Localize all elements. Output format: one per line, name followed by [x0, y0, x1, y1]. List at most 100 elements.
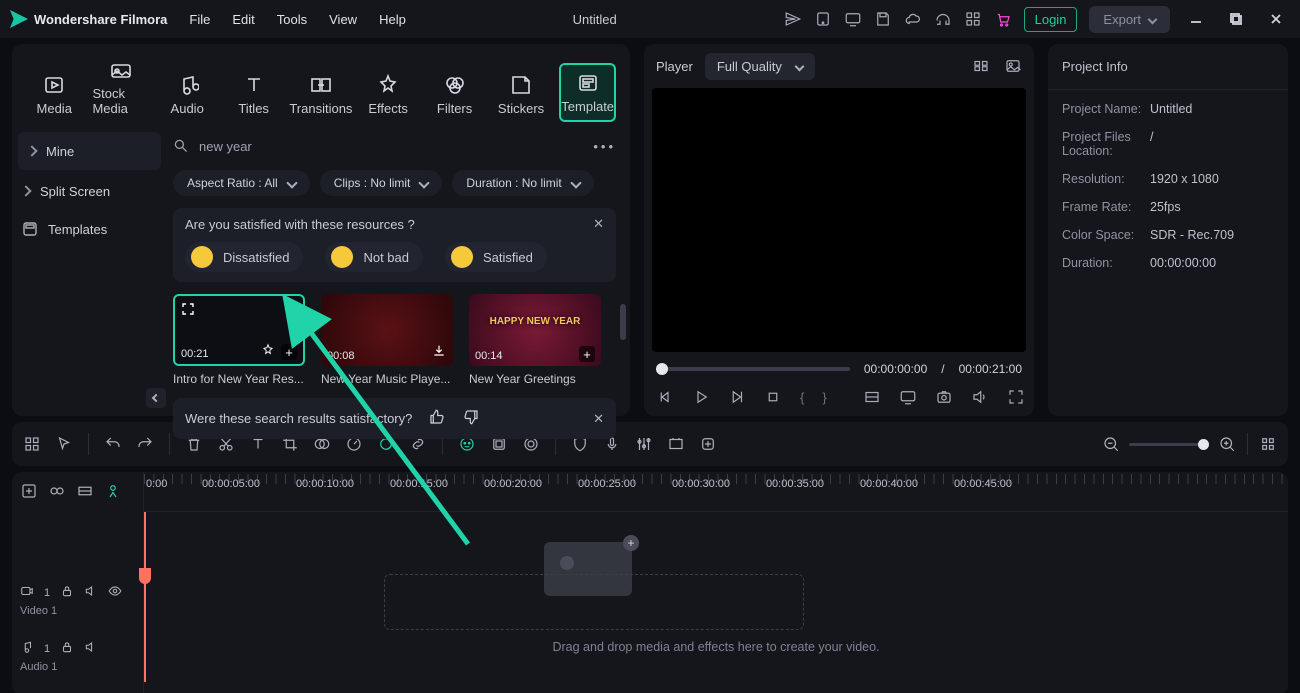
template-card[interactable]: 00:08 New Year Music Playe...: [321, 294, 453, 386]
add-to-timeline-button[interactable]: +: [579, 346, 595, 362]
sidebar-item-templates[interactable]: Templates: [12, 210, 167, 248]
next-frame-icon[interactable]: [728, 388, 746, 406]
quality-selector[interactable]: Full Quality: [705, 53, 815, 80]
window-close-icon[interactable]: [1268, 11, 1284, 27]
search-input[interactable]: new year: [173, 138, 252, 154]
filter-clips[interactable]: Clips : No limit: [320, 170, 443, 196]
more-menu-icon[interactable]: •••: [593, 139, 616, 154]
menu-edit[interactable]: Edit: [232, 12, 254, 27]
tab-effects[interactable]: Effects: [360, 67, 416, 122]
playhead[interactable]: [144, 512, 146, 682]
collapse-sidebar-button[interactable]: [146, 388, 166, 408]
sidebar-item-split-screen[interactable]: Split Screen: [12, 172, 167, 210]
mixer-icon[interactable]: [634, 434, 654, 454]
filter-aspect-ratio[interactable]: Aspect Ratio : All: [173, 170, 310, 196]
mark-out-icon[interactable]: }: [822, 390, 826, 405]
add-track-icon[interactable]: [20, 482, 38, 503]
feedback-dissatisfied[interactable]: Dissatisfied: [185, 242, 303, 272]
link-tracks-icon[interactable]: [48, 482, 66, 503]
template-card[interactable]: ⋮ 00:21 + Intro for New Year Res...: [173, 294, 305, 386]
thumbs-up-icon[interactable]: [428, 408, 446, 429]
close-icon[interactable]: ✕: [593, 216, 604, 232]
add-to-timeline-button[interactable]: +: [281, 344, 297, 360]
library-panel: Media Stock Media Audio Titles Transitio…: [12, 44, 630, 416]
tab-media[interactable]: Media: [26, 67, 82, 122]
tab-audio[interactable]: Audio: [159, 67, 215, 122]
mute-icon[interactable]: [84, 584, 98, 601]
time-separator: /: [941, 362, 944, 376]
login-button[interactable]: Login: [1024, 7, 1078, 32]
marker-icon[interactable]: [698, 434, 718, 454]
tab-template[interactable]: Template: [559, 63, 616, 122]
undo-icon[interactable]: [103, 434, 123, 454]
zoom-in-icon[interactable]: [1217, 434, 1237, 454]
arrange-icon[interactable]: [22, 434, 42, 454]
mute-icon[interactable]: [84, 640, 98, 657]
zoom-out-icon[interactable]: [1101, 434, 1121, 454]
stop-icon[interactable]: [764, 388, 782, 406]
favorite-icon[interactable]: [261, 343, 275, 360]
snapshot-icon[interactable]: [935, 388, 953, 406]
seek-bar[interactable]: [656, 367, 850, 371]
monitor-icon[interactable]: [844, 10, 862, 28]
playhead-knob[interactable]: [139, 568, 151, 584]
image-icon[interactable]: [1004, 57, 1022, 75]
tab-transitions[interactable]: Transitions: [292, 67, 350, 122]
cart-icon[interactable]: [994, 10, 1012, 28]
menu-file[interactable]: File: [189, 12, 210, 27]
export-range-icon[interactable]: [666, 434, 686, 454]
tracks-area[interactable]: + Drag and drop media and effects here t…: [144, 512, 1288, 682]
feedback-notbad[interactable]: Not bad: [325, 242, 423, 272]
prev-frame-icon[interactable]: [656, 388, 674, 406]
thumbs-down-icon[interactable]: [462, 408, 480, 429]
timeline-tracks[interactable]: 0:00 00:00:05:00 00:00:10:00 00:00:15:00…: [144, 472, 1288, 693]
seek-knob[interactable]: [656, 363, 668, 375]
send-icon[interactable]: [784, 10, 802, 28]
info-key: Resolution:: [1062, 172, 1150, 186]
aspect-ratio-icon[interactable]: [863, 388, 881, 406]
tab-filters[interactable]: Filters: [426, 67, 482, 122]
template-card[interactable]: HAPPY NEW YEAR 00:14 + New Year Greeting…: [469, 294, 601, 386]
tab-stock-media[interactable]: Stock Media: [92, 52, 148, 122]
menu-help[interactable]: Help: [379, 12, 406, 27]
filter-duration[interactable]: Duration : No limit: [452, 170, 593, 196]
drop-zone[interactable]: [384, 574, 804, 630]
auto-ripple-icon[interactable]: [104, 482, 122, 503]
menu-tools[interactable]: Tools: [277, 12, 307, 27]
sidebar-item-mine[interactable]: Mine: [18, 132, 161, 170]
time-ruler[interactable]: 0:00 00:00:05:00 00:00:10:00 00:00:15:00…: [144, 474, 1288, 512]
headphones-icon[interactable]: [934, 10, 952, 28]
hide-tracks-icon[interactable]: [76, 482, 94, 503]
card-menu-icon[interactable]: ⋮: [284, 302, 297, 318]
menu-view[interactable]: View: [329, 12, 357, 27]
download-icon[interactable]: [431, 343, 447, 362]
expand-icon[interactable]: [181, 302, 195, 319]
lock-icon[interactable]: [60, 584, 74, 601]
view-settings-icon[interactable]: [1258, 434, 1278, 454]
device-icon[interactable]: [814, 10, 832, 28]
save-icon[interactable]: [874, 10, 892, 28]
apps-icon[interactable]: [964, 10, 982, 28]
mark-in-icon[interactable]: {: [800, 390, 804, 405]
close-icon[interactable]: ✕: [593, 411, 604, 427]
grid-icon[interactable]: [972, 57, 990, 75]
tab-stickers[interactable]: Stickers: [493, 67, 549, 122]
visibility-icon[interactable]: [108, 584, 122, 601]
pointer-icon[interactable]: [54, 434, 74, 454]
redo-icon[interactable]: [135, 434, 155, 454]
display-icon[interactable]: [899, 388, 917, 406]
zoom-slider[interactable]: [1129, 443, 1209, 446]
cloud-icon[interactable]: [904, 10, 922, 28]
preview-canvas[interactable]: [652, 88, 1026, 352]
lock-icon[interactable]: [60, 640, 74, 657]
window-minimize-icon[interactable]: [1188, 11, 1204, 27]
window-maximize-icon[interactable]: [1228, 11, 1244, 27]
feedback-satisfied[interactable]: Satisfied: [445, 242, 547, 272]
fullscreen-icon[interactable]: [1007, 388, 1025, 406]
tab-titles[interactable]: Titles: [225, 67, 281, 122]
export-button[interactable]: Export: [1089, 6, 1170, 33]
scrollbar[interactable]: [620, 304, 626, 340]
volume-icon[interactable]: [971, 388, 989, 406]
play-icon[interactable]: [692, 388, 710, 406]
zoom-knob[interactable]: [1198, 439, 1209, 450]
